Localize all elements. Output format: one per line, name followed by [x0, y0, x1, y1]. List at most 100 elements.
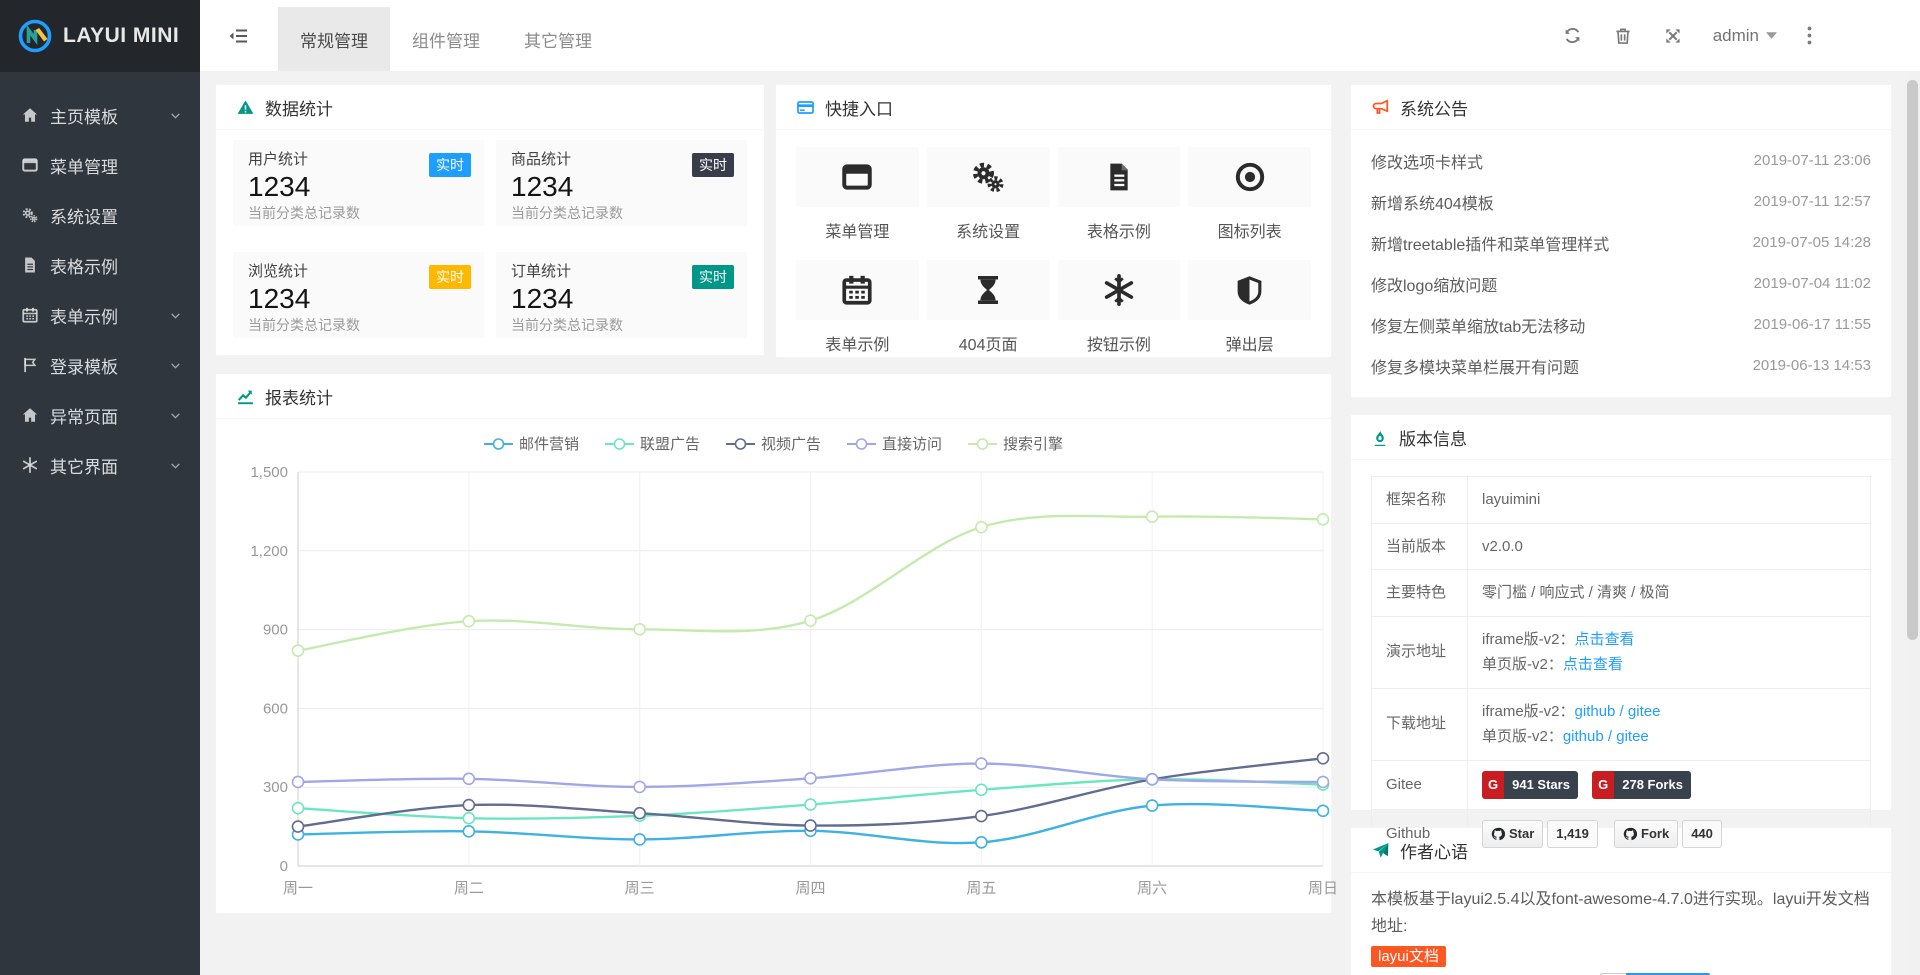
panel-title: 系统公告: [1400, 95, 1468, 120]
list-item[interactable]: 新增系统404模板 2019-07-11 12:57: [1371, 181, 1871, 222]
quick-item-system-settings[interactable]: 系统设置: [927, 147, 1050, 242]
legend-item[interactable]: 联盟广告: [605, 433, 700, 454]
clear-cache-button[interactable]: [1613, 26, 1633, 46]
github-star-button[interactable]: Star 1,419: [1482, 820, 1598, 848]
row-label: 框架名称: [1372, 477, 1468, 524]
sidebar-item-other-ui[interactable]: 其它界面: [0, 440, 200, 490]
stat-card-goods: 商品统计 1234 当前分类总记录数 实时: [496, 140, 747, 226]
demo-link-iframe[interactable]: 点击查看: [1575, 631, 1635, 648]
link-prefix: 单页版-v2：: [1482, 728, 1563, 745]
chevron-down-icon: [169, 309, 182, 322]
list-item[interactable]: 修改选项卡样式2019-07-11 23:06: [1371, 140, 1871, 181]
github-icon: [1491, 827, 1505, 841]
gitee-icon: G: [1592, 771, 1614, 799]
header-actions: admin: [1562, 0, 1920, 71]
page-scrollbar: [1905, 72, 1920, 975]
row-value: iframe版-v2：点击查看 单页版-v2：点击查看: [1468, 616, 1871, 688]
quick-label: 图标列表: [1188, 218, 1311, 242]
link-prefix: iframe版-v2：: [1482, 631, 1575, 648]
sidebar-item-table-demo[interactable]: 表格示例: [0, 240, 200, 290]
quick-item-menu-manage[interactable]: 菜单管理: [796, 147, 919, 242]
tab-component-manage[interactable]: 组件管理: [390, 7, 502, 71]
refresh-button[interactable]: [1562, 25, 1583, 46]
gitee-icon: G: [1482, 771, 1504, 799]
scrollbar-thumb[interactable]: [1907, 80, 1918, 640]
collapse-menu-button[interactable]: [200, 0, 278, 71]
more-menu-button[interactable]: [1807, 26, 1812, 45]
chart-legend: 邮件营销 联盟广告 视频广告 直接访问 搜索引擎: [216, 419, 1331, 456]
dot-circle-icon: [1233, 160, 1267, 194]
demo-link-spa[interactable]: 点击查看: [1563, 656, 1623, 673]
quick-item-button-demo[interactable]: 按钮示例: [1058, 260, 1181, 355]
list-item[interactable]: 修复左侧菜单缩放tab无法移动2019-06-17 11:55: [1371, 304, 1871, 345]
sidebar-item-home-template[interactable]: 主页模板: [0, 90, 200, 140]
chart-line-icon: [236, 387, 255, 406]
announcement-date: 2019-07-11 12:57: [1754, 193, 1871, 210]
quick-item-popup-layer[interactable]: 弹出层: [1188, 260, 1311, 355]
quick-item-form-demo[interactable]: 表单示例: [796, 260, 919, 355]
row-label: Gitee: [1372, 760, 1468, 809]
stat-subtitle: 当前分类总记录数: [248, 203, 469, 223]
announcement-text: 修改logo缩放问题: [1371, 272, 1497, 296]
legend-marker-icon: [484, 437, 513, 451]
row-value: v2.0.0: [1468, 523, 1871, 570]
stat-subtitle: 当前分类总记录数: [511, 315, 732, 335]
quick-entries: 菜单管理 系统设置 表格示例 图标列表: [776, 130, 1331, 365]
sidebar-item-login-template[interactable]: 登录模板: [0, 340, 200, 390]
chevron-down-icon: [169, 359, 182, 372]
sidebar-item-system-settings[interactable]: 系统设置: [0, 190, 200, 240]
download-link-gitee[interactable]: gitee: [1616, 728, 1649, 745]
tab-other-manage[interactable]: 其它管理: [502, 7, 614, 71]
announcement-date: 2019-07-05 14:28: [1753, 234, 1871, 251]
panel-report-stats: 报表统计 邮件营销联盟广告视频广告直接访问搜索引擎 03006009001,20…: [215, 373, 1332, 914]
calendar-icon: [840, 273, 874, 307]
announcement-date: 2019-06-17 11:55: [1754, 316, 1871, 333]
row-value: G941 Stars G278 Forks: [1468, 760, 1871, 809]
gitee-stars-badge[interactable]: G941 Stars: [1482, 771, 1578, 799]
panel-announcements: 系统公告 修改选项卡样式2019-07-11 23:06 新增系统404模板 20…: [1350, 84, 1892, 398]
svg-text:周一: 周一: [283, 880, 313, 897]
sidebar-item-form-demo[interactable]: 表单示例: [0, 290, 200, 340]
legend-item[interactable]: 直接访问: [847, 433, 942, 454]
list-item[interactable]: 新增treetable插件和菜单管理样式2019-07-05 14:28: [1371, 222, 1871, 263]
chevron-down-icon: [169, 409, 182, 422]
sidebar-item-error-pages[interactable]: 异常页面: [0, 390, 200, 440]
announcement-text: 新增系统404模板: [1371, 190, 1494, 214]
list-item[interactable]: 修改logo缩放问题2019-07-04 11:02: [1371, 263, 1871, 304]
status-badge: 实时: [429, 153, 471, 177]
download-link-gitee[interactable]: gitee: [1628, 703, 1661, 720]
fullscreen-button[interactable]: [1663, 26, 1683, 46]
download-link-github[interactable]: github: [1563, 728, 1604, 745]
legend-item[interactable]: 邮件营销: [484, 433, 579, 454]
layui-doc-badge[interactable]: layui文档: [1371, 946, 1446, 967]
menu-fold-icon: [227, 24, 251, 48]
row-label: 下载地址: [1372, 688, 1468, 760]
quick-label: 404页面: [927, 331, 1050, 355]
download-link-github[interactable]: github: [1575, 703, 1616, 720]
table-row: Gitee G941 Stars G278 Forks: [1372, 760, 1871, 809]
gitee-forks-badge[interactable]: G278 Forks: [1592, 771, 1691, 799]
quick-item-404-page[interactable]: 404页面: [927, 260, 1050, 355]
author-text: 本模板基于layui2.5.4以及font-awesome-4.7.0进行实现。…: [1351, 873, 1891, 975]
quick-item-table-demo[interactable]: 表格示例: [1058, 147, 1181, 242]
flag-icon: [20, 356, 40, 374]
file-icon: [20, 256, 40, 274]
github-fork-button[interactable]: Fork 440: [1614, 820, 1722, 848]
quick-item-icon-list[interactable]: 图标列表: [1188, 147, 1311, 242]
tab-general-manage[interactable]: 常规管理: [278, 7, 390, 71]
legend-marker-icon: [968, 437, 997, 451]
table-row: 下载地址 iframe版-v2：github / gitee 单页版-v2：gi…: [1372, 688, 1871, 760]
legend-item[interactable]: 视频广告: [726, 433, 821, 454]
sidebar-item-menu-manage[interactable]: 菜单管理: [0, 140, 200, 190]
caret-down-icon: [1766, 32, 1777, 39]
row-value: iframe版-v2：github / gitee 单页版-v2：github …: [1468, 688, 1871, 760]
paper-plane-icon: [1371, 841, 1390, 860]
logo[interactable]: LAYUI MINI: [0, 0, 200, 72]
credit-card-icon: [796, 98, 815, 117]
quick-label: 菜单管理: [796, 218, 919, 242]
list-item[interactable]: 修复多模块菜单栏展开有问题2019-06-13 14:53: [1371, 345, 1871, 386]
user-menu[interactable]: admin: [1713, 26, 1777, 46]
panel-quick-entry: 快捷入口 菜单管理 系统设置 表格示例: [775, 84, 1332, 358]
svg-text:0: 0: [280, 858, 288, 875]
legend-item[interactable]: 搜索引擎: [968, 433, 1063, 454]
